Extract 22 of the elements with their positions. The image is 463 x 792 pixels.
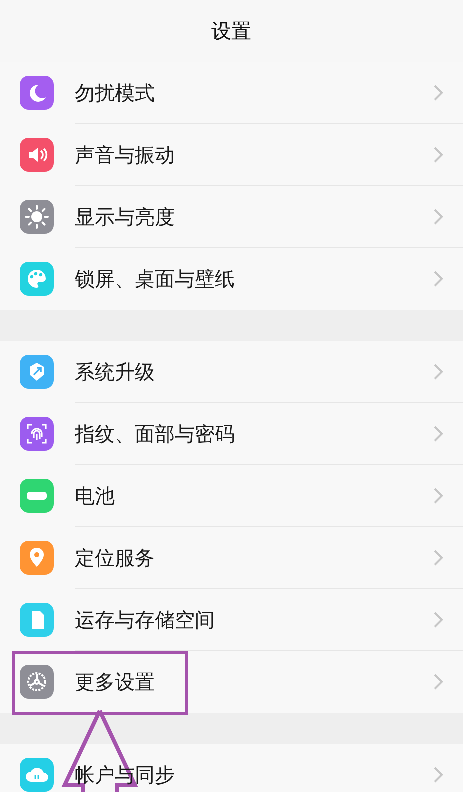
chevron-icon: [433, 84, 445, 102]
settings-item[interactable]: 更多设置: [75, 668, 433, 696]
settings-item[interactable]: 指纹、面部与密码: [75, 420, 433, 448]
settings-item[interactable]: 系统升级: [75, 358, 433, 386]
settings-item[interactable]: 锁屏、桌面与壁纸: [75, 266, 433, 292]
settings-item[interactable]: 声音与振动: [75, 142, 433, 168]
chevron-icon: [433, 487, 445, 505]
settings-item[interactable]: 勿扰模式: [75, 80, 433, 106]
chevron-icon: [433, 363, 445, 381]
chevron-icon: [433, 766, 445, 784]
settings-item[interactable]: 电池: [75, 482, 433, 510]
chevron-icon: [433, 611, 445, 629]
chevron-icon: [433, 673, 445, 691]
chevron-icon: [433, 208, 445, 226]
settings-item[interactable]: 运存与存储空间: [75, 606, 433, 634]
page-title: 设置: [212, 18, 252, 44]
chevron-icon: [433, 146, 445, 164]
chevron-icon: [433, 270, 445, 288]
settings-item[interactable]: 显示与亮度: [75, 204, 433, 230]
settings-item[interactable]: 定位服务: [75, 544, 433, 572]
chevron-icon: [433, 549, 445, 567]
chevron-icon: [433, 425, 445, 443]
